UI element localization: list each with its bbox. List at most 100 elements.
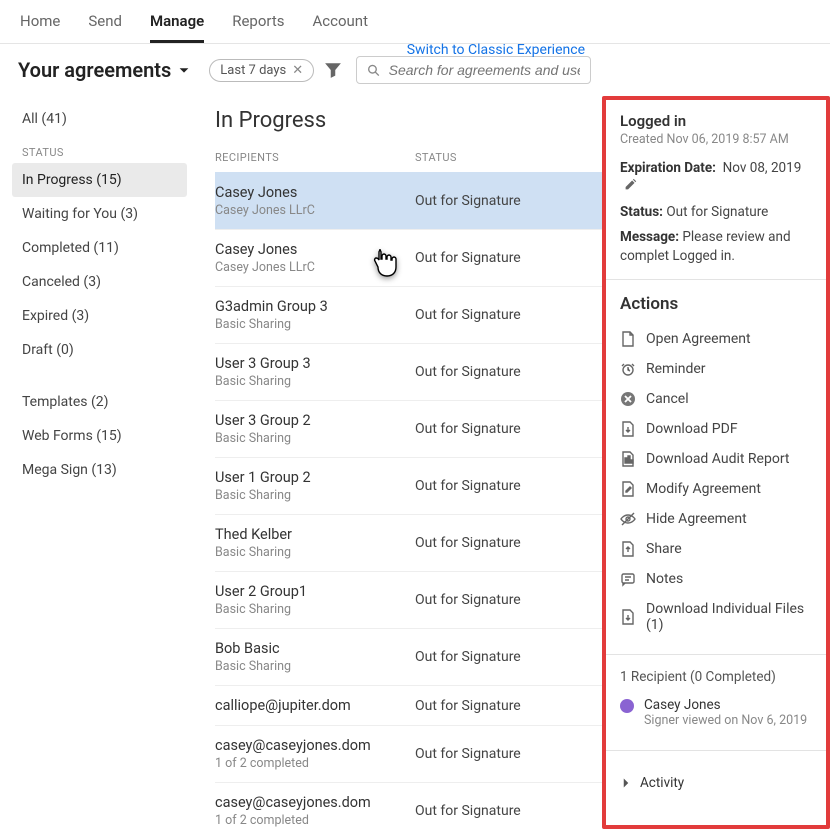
nav-home[interactable]: Home (20, 12, 60, 43)
row-recipient-name: calliope@jupiter.dom (215, 697, 415, 714)
agreement-row[interactable]: G3admin Group 3Basic SharingOut for Sign… (215, 286, 602, 343)
nav-account[interactable]: Account (313, 12, 369, 43)
agreement-row[interactable]: Thed Kelber Basic SharingOut for Signatur… (215, 514, 602, 571)
agreement-row[interactable]: User 1 Group 2Basic SharingOut for Signa… (215, 457, 602, 514)
row-recipient-sub: 1 of 2 completed (215, 756, 415, 771)
nav-manage[interactable]: Manage (150, 12, 204, 43)
agreement-row[interactable]: Casey JonesCasey Jones LLrCOut for Signa… (215, 229, 602, 286)
row-recipient-name: Thed Kelber (215, 526, 415, 543)
row-recipient-sub: Casey Jones LLrC (215, 260, 415, 275)
row-recipient-sub: Basic Sharing (215, 545, 415, 560)
filter-chip-remove-icon[interactable]: ✕ (292, 63, 303, 78)
action-notes[interactable]: Notes (620, 564, 814, 594)
agreement-row[interactable]: Casey JonesCasey Jones LLrCOut for Signa… (215, 172, 602, 229)
recipient-status-dot (620, 699, 634, 713)
filter-chip[interactable]: Last 7 days ✕ (209, 59, 314, 82)
details-title: Logged in (620, 112, 814, 130)
sidebar-webforms[interactable]: Web Forms (15) (12, 419, 187, 453)
action-download-pdf[interactable]: Download PDF (620, 414, 814, 444)
action-cancel[interactable]: Cancel (620, 384, 814, 414)
row-recipient-sub: Basic Sharing (215, 431, 415, 446)
classic-link[interactable]: Switch to Classic Experience (407, 42, 585, 58)
agreement-row[interactable]: User 3 Group 2Basic SharingOut for Signa… (215, 400, 602, 457)
actions-heading: Actions (620, 294, 814, 314)
sidebar-expired[interactable]: Expired (3) (12, 299, 187, 333)
agreements-dropdown[interactable]: Your agreements (18, 58, 191, 82)
agreement-row[interactable]: User 2 Group1Basic SharingOut for Signat… (215, 571, 602, 628)
row-recipient-name: casey@caseyjones.dom (215, 737, 415, 754)
sidebar-canceled[interactable]: Canceled (3) (12, 265, 187, 299)
action-open[interactable]: Open Agreement (620, 324, 814, 354)
row-status: Out for Signature (415, 535, 602, 551)
row-recipient-sub: Basic Sharing (215, 317, 415, 332)
action-reminder[interactable]: Reminder (620, 354, 814, 384)
row-recipient-name: casey@caseyjones.dom (215, 794, 415, 811)
agreement-row[interactable]: casey@caseyjones.dom1 of 2 completedOut … (215, 725, 602, 782)
row-recipient-sub: Basic Sharing (215, 602, 415, 617)
agreement-row[interactable]: calliope@jupiter.domOut for Signature (215, 685, 602, 725)
row-status: Out for Signature (415, 478, 602, 494)
details-status-label: Status: (620, 204, 663, 220)
agreement-list: Casey JonesCasey Jones LLrCOut for Signa… (215, 172, 602, 829)
row-recipient-sub: Basic Sharing (215, 659, 415, 674)
col-header-recipients: RECIPIENTS (215, 151, 415, 164)
row-status: Out for Signature (415, 364, 602, 380)
activity-toggle[interactable]: Activity (620, 765, 814, 791)
row-recipient-sub: Basic Sharing (215, 488, 415, 503)
activity-label: Activity (640, 775, 684, 791)
details-expiration: Expiration Date: Nov 08, 2019 (620, 159, 814, 197)
recipients-heading: 1 Recipient (0 Completed) (620, 669, 814, 685)
main-panel: In Progress RECIPIENTS STATUS Casey Jone… (195, 96, 602, 829)
hide-icon (620, 511, 636, 527)
row-status: Out for Signature (415, 193, 602, 209)
agreement-row[interactable]: User 3 Group 3Basic SharingOut for Signa… (215, 343, 602, 400)
details-panel: Logged in Created Nov 06, 2019 8:57 AM E… (602, 96, 830, 829)
action-share-label: Share (646, 541, 682, 557)
details-expiration-label: Expiration Date: (620, 160, 716, 176)
details-message-label: Message: (620, 229, 679, 245)
sidebar-all[interactable]: All (41) (12, 102, 187, 136)
sidebar-status-label: STATUS (12, 136, 187, 163)
sidebar-megasign[interactable]: Mega Sign (13) (12, 453, 187, 487)
row-status: Out for Signature (415, 592, 602, 608)
edit-expiration-icon[interactable] (624, 179, 637, 195)
details-created: Created Nov 06, 2019 8:57 AM (620, 132, 814, 147)
action-hide[interactable]: Hide Agreement (620, 504, 814, 534)
agreement-row[interactable]: Bob BasicBasic SharingOut for Signature (215, 628, 602, 685)
details-status: Status: Out for Signature (620, 203, 814, 222)
recipient-sub: Signer viewed on Nov 6, 2019 (644, 713, 807, 728)
download-files-icon (620, 609, 636, 625)
action-download-audit[interactable]: Download Audit Report (620, 444, 814, 474)
action-download-audit-label: Download Audit Report (646, 451, 790, 467)
filter-icon[interactable] (324, 61, 342, 79)
action-modify-label: Modify Agreement (646, 481, 761, 497)
agreement-row[interactable]: casey@caseyjones.dom1 of 2 completedOut … (215, 782, 602, 829)
row-status: Out for Signature (415, 250, 602, 266)
search-input[interactable] (389, 62, 581, 78)
action-share[interactable]: Share (620, 534, 814, 564)
cancel-icon (620, 391, 636, 407)
modify-icon (620, 481, 636, 497)
toolbar: Switch to Classic Experience Your agreem… (0, 44, 830, 96)
row-recipient-sub: Basic Sharing (215, 374, 415, 389)
chevron-down-icon (177, 63, 191, 77)
row-status: Out for Signature (415, 421, 602, 437)
sidebar-draft[interactable]: Draft (0) (12, 333, 187, 367)
action-download-pdf-label: Download PDF (646, 421, 738, 437)
recipient-name: Casey Jones (644, 697, 807, 713)
sidebar-completed[interactable]: Completed (11) (12, 231, 187, 265)
recipient-row[interactable]: Casey Jones Signer viewed on Nov 6, 2019 (620, 689, 814, 736)
action-notes-label: Notes (646, 571, 683, 587)
sidebar-waiting[interactable]: Waiting for You (3) (12, 197, 187, 231)
action-modify[interactable]: Modify Agreement (620, 474, 814, 504)
search-wrap (356, 56, 591, 84)
sidebar-in-progress[interactable]: In Progress (15) (12, 163, 187, 197)
nav-send[interactable]: Send (88, 12, 122, 43)
row-recipient-name: Bob Basic (215, 640, 415, 657)
agreements-dropdown-label: Your agreements (18, 58, 171, 82)
nav-reports[interactable]: Reports (232, 12, 284, 43)
sidebar-templates[interactable]: Templates (2) (12, 385, 187, 419)
row-status: Out for Signature (415, 307, 602, 323)
action-download-individual[interactable]: Download Individual Files (1) (620, 594, 814, 640)
details-message: Message: Please review and complet Logge… (620, 228, 814, 266)
